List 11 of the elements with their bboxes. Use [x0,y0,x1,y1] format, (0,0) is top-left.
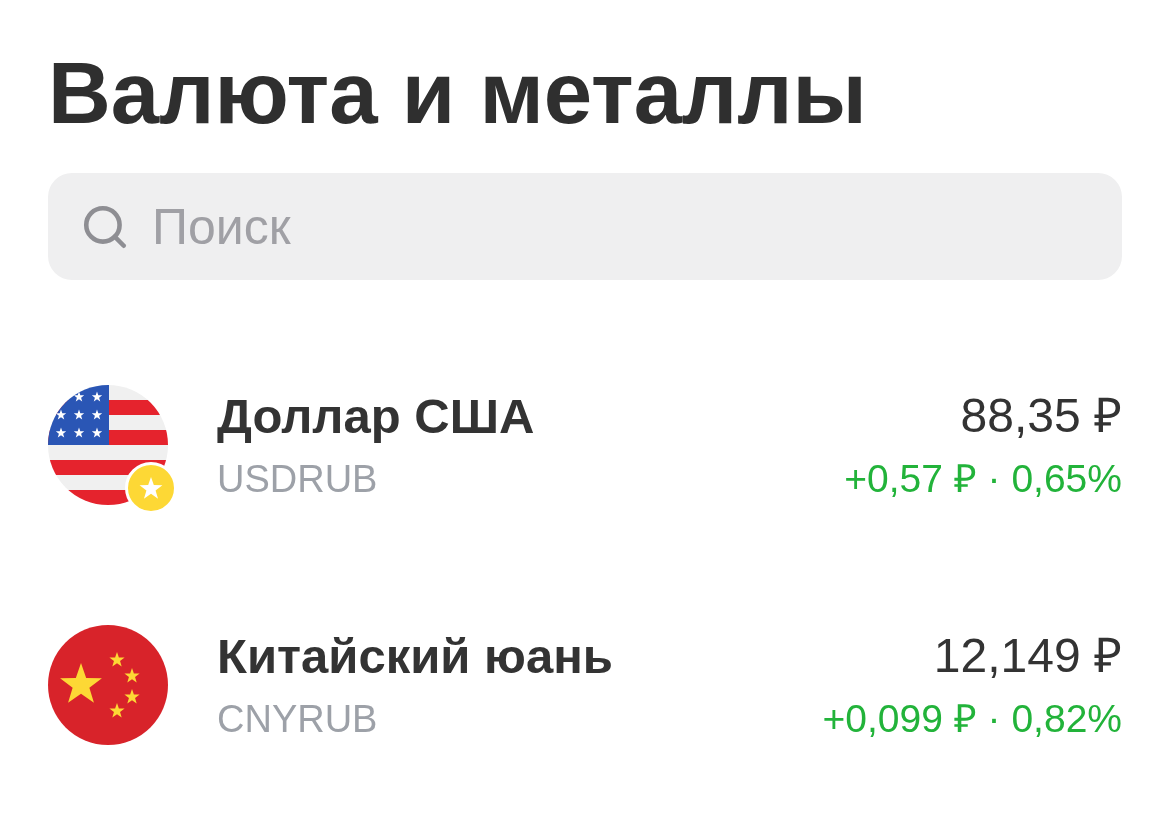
page-title: Валюта и металлы [48,49,868,136]
currency-name: Китайский юань [217,628,614,685]
currency-code: CNYRUB [217,697,379,742]
price: 12,149 ₽ [933,628,1122,684]
price: 88,35 ₽ [960,388,1122,444]
currency-name: Доллар США [217,388,536,445]
search-field[interactable]: Поиск [48,173,1122,280]
price-change: +0,099 ₽ · 0,82% [822,696,1122,742]
china-flag-icon [48,625,168,745]
currency-code: USDRUB [217,457,379,502]
price-change: +0,57 ₽ · 0,65% [844,456,1122,502]
